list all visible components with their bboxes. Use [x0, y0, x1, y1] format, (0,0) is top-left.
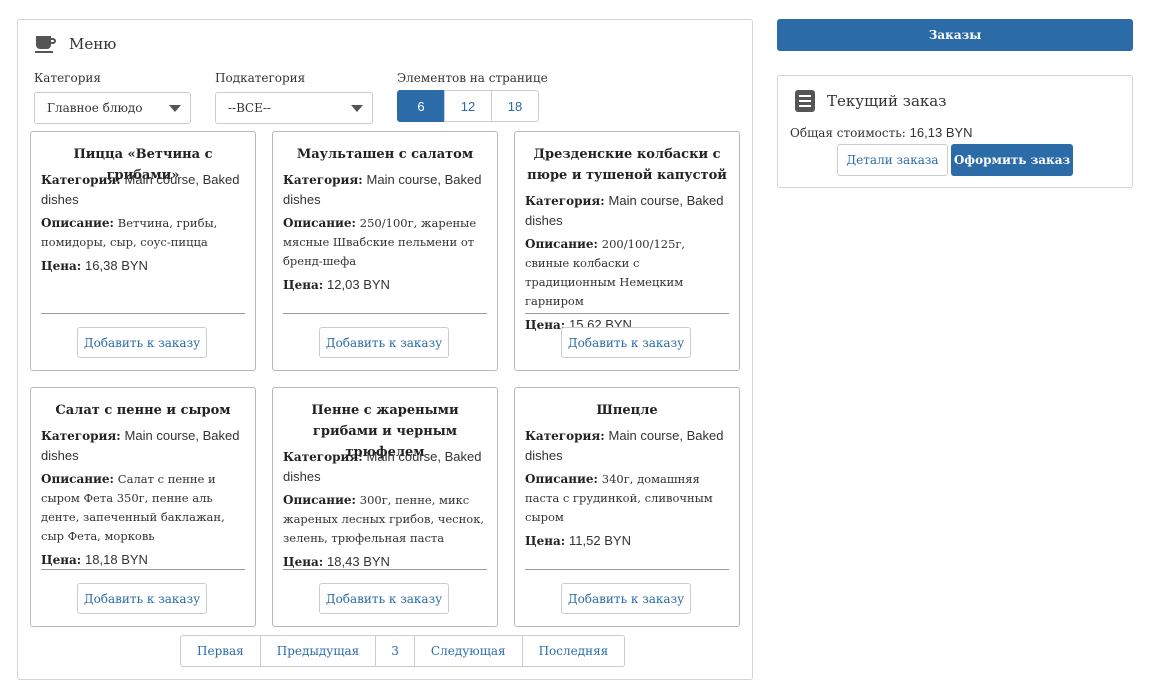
card-divider — [525, 569, 729, 570]
category-select-value: Главное блюдо — [47, 101, 143, 115]
add-to-order-button[interactable]: Добавить к заказу — [561, 583, 691, 614]
add-to-order-button[interactable]: Добавить к заказу — [319, 327, 449, 358]
item-price: 11,52 BYN — [569, 533, 631, 548]
menu-item-body: Категория: Main course, Baked dishes Опи… — [283, 170, 489, 299]
description-field-label: Описание: — [525, 237, 598, 251]
add-to-order-button[interactable]: Добавить к заказу — [319, 583, 449, 614]
menu-panel: Меню Категория Главное блюдо Подкатегори… — [17, 19, 753, 680]
menu-item-body: Категория: Main course, Baked dishes Опи… — [41, 170, 247, 280]
menu-item-body: Категория: Main course, Baked dishes Опи… — [525, 426, 731, 555]
menu-item-title: Салат с пенне и сыром — [55, 403, 231, 418]
menu-item-body: Категория: Main course, Baked dishes Опи… — [525, 191, 731, 339]
card-divider — [41, 569, 245, 570]
menu-item-title: Маульташен с салатом — [296, 147, 474, 162]
order-total-value: 16,13 BYN — [909, 125, 973, 140]
price-field-label: Цена: — [525, 534, 566, 548]
category-field-label: Категория: — [41, 173, 121, 187]
category-field-label: Категория: — [283, 173, 363, 187]
price-field-label: Цена: — [283, 278, 324, 292]
add-to-order-button[interactable]: Добавить к заказу — [77, 583, 207, 614]
pagination: Первая Предыдущая 3 Следующая Последняя — [180, 635, 626, 667]
current-order-panel: Текущий заказ Общая стоимость: 16,13 BYN… — [777, 75, 1133, 188]
order-details-button[interactable]: Детали заказа — [837, 144, 948, 176]
description-field-label: Описание: — [283, 216, 356, 230]
document-list-icon — [795, 90, 815, 112]
subcategory-label: Подкатегория — [215, 71, 306, 85]
menu-item-body: Категория: Main course, Baked dishes Опи… — [283, 447, 489, 576]
category-field-label: Категория: — [525, 194, 605, 208]
add-to-order-button[interactable]: Добавить к заказу — [77, 327, 207, 358]
menu-item-title: Дрезденские колбаски с пюре и тушеной ка… — [527, 147, 727, 183]
pagination-previous[interactable]: Предыдущая — [259, 635, 377, 667]
menu-item-card: Маульташен с салатом Категория: Main cou… — [272, 131, 498, 371]
menu-item-card: Пицца «Ветчина с грибами» Категория: Mai… — [30, 131, 256, 371]
category-field-label: Категория: — [283, 450, 363, 464]
menu-title: Меню — [69, 35, 117, 53]
page-size-label: Элементов на странице — [397, 71, 548, 85]
item-price: 12,03 BYN — [327, 277, 390, 292]
order-total-label: Общая стоимость: — [790, 126, 906, 140]
item-price: 18,43 BYN — [327, 554, 390, 569]
category-select[interactable]: Главное блюдо — [34, 92, 191, 124]
orders-button[interactable]: Заказы — [777, 19, 1133, 51]
page-size-group: 6 12 18 — [397, 90, 539, 122]
pagination-next[interactable]: Следующая — [413, 635, 523, 667]
menu-item-card: Пенне с жареными грибами и черным трюфел… — [272, 387, 498, 627]
menu-item-card: Салат с пенне и сыром Категория: Main co… — [30, 387, 256, 627]
pagination-first[interactable]: Первая — [180, 635, 261, 667]
checkout-button[interactable]: Оформить заказ — [951, 144, 1073, 176]
menu-item-title: Шпецле — [596, 403, 658, 418]
chevron-down-icon — [169, 105, 181, 112]
description-field-label: Описание: — [525, 472, 598, 486]
coffee-cup-icon — [35, 34, 57, 54]
price-field-label: Цена: — [525, 318, 566, 332]
item-price: 16,38 BYN — [85, 258, 148, 273]
category-field-label: Категория: — [525, 429, 605, 443]
description-field-label: Описание: — [283, 493, 356, 507]
price-field-label: Цена: — [41, 259, 82, 273]
item-price: 18,18 BYN — [85, 552, 148, 567]
card-divider — [283, 569, 487, 570]
page-size-12[interactable]: 12 — [444, 90, 492, 122]
price-field-label: Цена: — [41, 553, 82, 567]
menu-item-body: Категория: Main course, Baked dishes Опи… — [41, 426, 247, 574]
page-size-18[interactable]: 18 — [491, 90, 539, 122]
subcategory-select-value: --ВСЕ-- — [228, 101, 271, 115]
current-order-title: Текущий заказ — [827, 92, 947, 110]
order-total: Общая стоимость: 16,13 BYN — [790, 125, 973, 140]
menu-header: Меню — [35, 34, 116, 54]
menu-item-card: Шпецле Категория: Main course, Baked dis… — [514, 387, 740, 627]
chevron-down-icon — [351, 105, 363, 112]
subcategory-select[interactable]: --ВСЕ-- — [215, 92, 373, 124]
add-to-order-button[interactable]: Добавить к заказу — [561, 327, 691, 358]
pagination-last[interactable]: Последняя — [521, 635, 626, 667]
category-field-label: Категория: — [41, 429, 121, 443]
menu-item-card: Дрезденские колбаски с пюре и тушеной ка… — [514, 131, 740, 371]
description-field-label: Описание: — [41, 216, 114, 230]
pagination-page-3[interactable]: 3 — [375, 635, 415, 667]
price-field-label: Цена: — [283, 555, 324, 569]
card-divider — [283, 313, 487, 314]
page-size-6[interactable]: 6 — [397, 90, 445, 122]
card-divider — [41, 313, 245, 314]
category-label: Категория — [34, 71, 101, 85]
card-divider — [525, 313, 729, 314]
description-field-label: Описание: — [41, 472, 114, 486]
current-order-header: Текущий заказ — [795, 90, 946, 112]
